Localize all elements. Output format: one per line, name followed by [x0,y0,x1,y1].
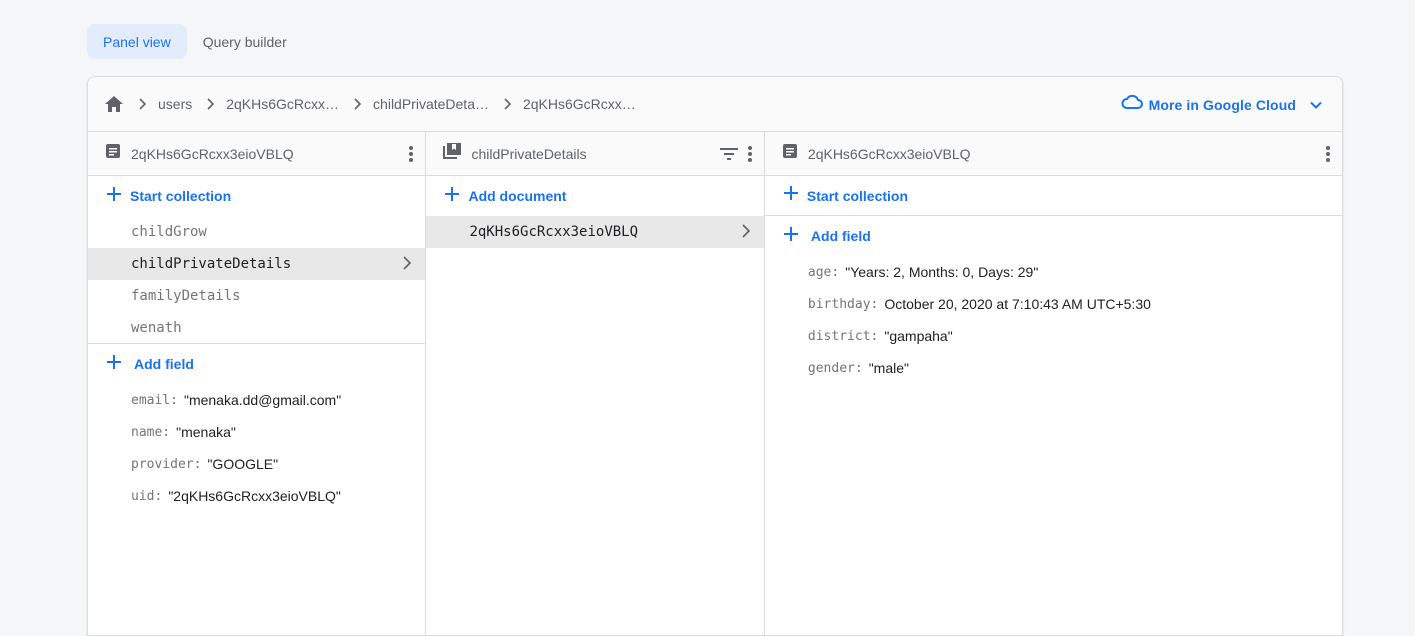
chevron-right-icon [206,98,215,110]
field-value: "Years: 2, Months: 0, Days: 29" [845,264,1039,280]
panel-header: 2qKHs6GcRcxx3eioVBLQ [88,132,426,176]
view-tabs: Panel view Query builder [87,24,303,59]
chevron-right-icon [403,256,412,274]
breadcrumb-users[interactable]: users [158,96,192,112]
field-value: "2qKHs6GcRcxx3eioVBLQ" [168,488,341,504]
chevron-right-icon [503,98,511,110]
panel-header: childPrivateDetails [426,132,764,176]
plus-icon [783,226,798,246]
chevron-right-icon [353,98,362,110]
plus-icon [783,186,798,205]
field-key: name: [131,424,171,440]
more-in-google-cloud-button[interactable]: More in Google Cloud [1121,77,1322,132]
panels: 2qKHs6GcRcxx3eioVBLQ Start collection ch… [88,132,1342,635]
plus-icon [107,354,121,374]
plus-icon [445,186,460,206]
chevron-right-icon [742,224,751,242]
field-key: birthday: [807,296,879,312]
start-collection-label: Start collection [130,188,232,204]
field-row[interactable]: birthday: October 20, 2020 at 7:10:43 AM … [765,288,1342,320]
document-icon [782,143,798,164]
field-value: October 20, 2020 at 7:10:43 AM UTC+5:30 [884,296,1151,312]
more-vert-icon[interactable] [409,146,414,162]
collection-name: childPrivateDetails [131,256,292,272]
add-document-button[interactable]: Add document [426,176,763,216]
more-in-google-cloud-label: More in Google Cloud [1148,96,1296,113]
document-item-selected[interactable]: 2qKHs6GcRcxx3eioVBLQ [426,216,764,248]
field-row[interactable]: gender: "male" [765,352,1342,384]
collection-name: childGrow [131,224,207,240]
field-key: email: [131,392,178,408]
plus-icon [107,186,121,206]
field-value: "male" [868,360,909,376]
field-value: "GOOGLE" [207,456,279,472]
add-field-button[interactable]: Add field [765,216,1342,256]
collection-name: familyDetails [131,288,241,304]
field-row[interactable]: name: "menaka" [88,416,425,448]
field-key: provider: [131,456,202,472]
chevron-right-icon [138,98,146,110]
field-row[interactable]: age: "Years: 2, Months: 0, Days: 29" [765,256,1342,288]
collection-item[interactable]: familyDetails [88,280,425,312]
panel-child-document: 2qKHs6GcRcxx3eioVBLQ Start collection Ad… [764,132,1342,635]
breadcrumb-child-doc[interactable]: 2qKHs6GcRcxx… [523,96,636,112]
breadcrumb-user-doc[interactable]: 2qKHs6GcRcxx… [226,96,339,112]
document-name: 2qKHs6GcRcxx3eioVBLQ [469,224,639,240]
tab-query-builder[interactable]: Query builder [187,24,303,59]
field-key: uid: [131,488,163,504]
filter-icon[interactable] [719,148,738,160]
breadcrumb-collection[interactable]: childPrivateDeta… [373,96,489,112]
field-row[interactable]: uid: "2qKHs6GcRcxx3eioVBLQ" [88,480,425,512]
field-value: "menaka.dd@gmail.com" [183,392,342,408]
field-key: district: [807,328,879,344]
more-vert-icon[interactable] [1325,146,1330,162]
document-icon [105,143,121,164]
collection-item-selected[interactable]: childPrivateDetails [88,248,426,280]
collection-item[interactable]: childGrow [88,216,425,248]
panel-header: 2qKHs6GcRcxx3eioVBLQ [764,132,1342,176]
field-row[interactable]: provider: "GOOGLE" [88,448,425,480]
home-icon[interactable] [104,95,124,113]
collection-name: wenath [131,319,182,336]
breadcrumb: users 2qKHs6GcRcxx… childPrivateDeta… 2q… [88,77,1342,132]
add-field-label: Add field [134,356,194,372]
add-document-label: Add document [468,188,567,204]
tab-panel-view[interactable]: Panel view [87,24,187,59]
add-field-button[interactable]: Add field [88,344,425,384]
panel-title: childPrivateDetails [471,145,587,162]
panel-title: 2qKHs6GcRcxx3eioVBLQ [807,145,971,162]
field-key: gender: [807,360,863,376]
field-row[interactable]: email: "menaka.dd@gmail.com" [88,384,425,416]
collection-item[interactable]: wenath [88,312,426,344]
field-value: "menaka" [176,424,236,440]
panel-title: 2qKHs6GcRcxx3eioVBLQ [131,145,294,162]
start-collection-button[interactable]: Start collection [88,176,425,216]
collection-icon [443,143,462,164]
field-key: age: [807,264,840,280]
cloud-icon [1121,94,1143,115]
field-value: "gampaha" [884,328,953,344]
add-field-label: Add field [810,228,871,244]
start-collection-button[interactable]: Start collection [764,176,1342,216]
more-vert-icon[interactable] [747,146,752,162]
panel-user-document: 2qKHs6GcRcxx3eioVBLQ Start collection ch… [88,132,427,635]
firestore-data-card: users 2qKHs6GcRcxx… childPrivateDeta… 2q… [87,76,1343,636]
start-collection-label: Start collection [806,187,909,204]
panel-collection: childPrivateDetails Add document 2qKHs6G… [426,132,765,635]
field-row[interactable]: district: "gampaha" [765,320,1342,352]
chevron-down-icon [1310,96,1322,114]
